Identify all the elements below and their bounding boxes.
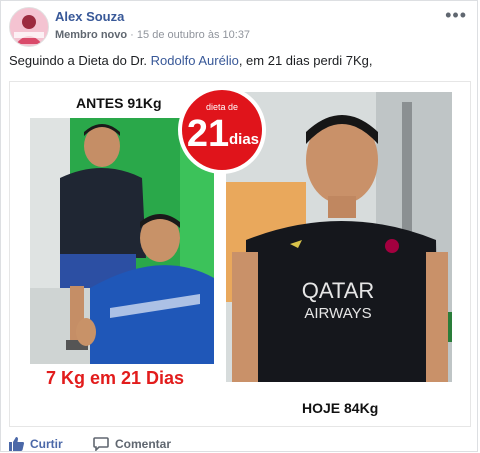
post-text-part: Seguindo a Dieta do Dr. [9, 53, 151, 68]
diet-badge: dieta de 21 dias [176, 84, 268, 176]
badge-small-text: dieta de [206, 102, 238, 112]
caption-today: HOJE 84Kg [302, 400, 379, 416]
comment-icon [93, 437, 109, 451]
facebook-post: Alex Souza Membro novo · 15 de outubro à… [0, 0, 478, 452]
shirt-text: AIRWAYS [304, 305, 371, 322]
badge-number: 21 [187, 113, 229, 155]
post-text: Seguindo a Dieta do Dr. Rodolfo Aurélio,… [9, 53, 373, 68]
crest-icon [385, 239, 399, 253]
post-timestamp[interactable]: 15 de outubro às 10:37 [137, 29, 250, 41]
avatar-image [10, 8, 48, 46]
post-text-part: , em 21 dias perdi 7Kg, [238, 53, 373, 68]
caption-before: ANTES 91Kg [76, 95, 162, 111]
comment-label: Comentar [115, 437, 172, 451]
comment-button[interactable]: Comentar [93, 437, 171, 451]
post-image[interactable]: ANTES 91Kg QATAR AIRWAYS dieta de 21 dia… [9, 81, 471, 427]
like-button[interactable]: Curtir [9, 437, 63, 451]
author-name[interactable]: Alex Souza [55, 9, 124, 24]
shirt-text: QATAR [302, 278, 375, 303]
mention-link[interactable]: Rodolfo Aurélio [151, 53, 239, 68]
caption-result: 7 Kg em 21 Dias [46, 368, 185, 388]
avatar[interactable] [9, 7, 49, 47]
badge-word: dias [229, 131, 259, 148]
like-label: Curtir [30, 437, 63, 451]
more-icon[interactable]: ••• [445, 5, 467, 26]
meta-separator: · [127, 29, 137, 41]
like-icon [9, 437, 24, 451]
post-meta: Membro novo · 15 de outubro às 10:37 [55, 29, 250, 41]
action-bar: Curtir Comentar [1, 433, 479, 453]
member-role: Membro novo [55, 29, 128, 41]
